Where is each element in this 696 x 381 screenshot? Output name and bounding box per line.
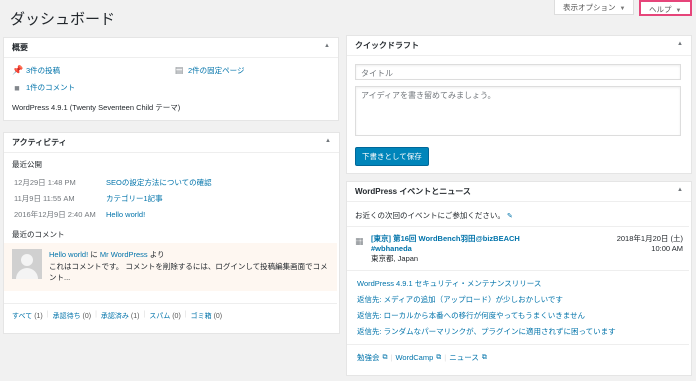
events-news-panel: WordPress イベントとニュース ▲ お近くの次回のイベントにご参加くださ… [346, 181, 692, 376]
activity-header[interactable]: アクティビティ ▲ [4, 133, 339, 153]
post-date: 11月9日 11:55 AM [14, 194, 75, 203]
external-link-icon: ⧉ [436, 353, 442, 361]
events-footer: 勉強会 ⧉ | WordCamp ⧉ | ニュース ⧉ [357, 352, 487, 363]
save-draft-button[interactable]: 下書きとして保存 [355, 147, 429, 166]
comment-author-link[interactable]: Mr WordPress [100, 250, 148, 259]
comment-on: に [90, 250, 98, 259]
post-date: 2016年12月9日 2:40 AM [14, 210, 96, 219]
comment-item: Hello world! に Mr WordPress より これはコメントです… [4, 243, 337, 291]
comment-filters: すべて (1) | 承認待ち (0) | 承認済み (1) | スパム (0) | ゴミ… [12, 311, 223, 321]
glance-pages[interactable]: ▤ 2件の固定ページ [174, 65, 245, 76]
quick-draft-header[interactable]: クイックドラフト ▲ [347, 36, 691, 56]
comment-text: これはコメントです。 コメントを削除するには、ログインして投稿編集画面でコメント… [49, 262, 328, 282]
event-location: 東京都, Japan [371, 254, 419, 263]
activity-title: アクティビティ [12, 138, 67, 147]
events-intro: お近くの次回のイベントにご参加ください。 ✎ [355, 211, 513, 220]
list-item: 12月29日 1:48 PM SEOの設定方法についての確認 [14, 177, 212, 188]
filter-approved[interactable]: 承認済み (1) [101, 311, 140, 321]
post-title-link[interactable]: SEOの設定方法についての確認 [106, 178, 212, 187]
event-name-link[interactable]: [東京] 第16回 WordBench羽田@bizBEACH [371, 234, 520, 244]
events-news-header[interactable]: WordPress イベントとニュース ▲ [347, 182, 691, 202]
filter-spam[interactable]: スパム (0) [149, 311, 181, 321]
external-link-icon: ⧉ [382, 353, 388, 361]
list-item: 2016年12月9日 2:40 AM Hello world! [14, 209, 145, 220]
filter-all[interactable]: すべて (1) [12, 311, 43, 321]
news-link[interactable]: 返信先: メディアの追加（アップロード）が少しおかしいです [357, 294, 563, 305]
comment-meta: Hello world! に Mr WordPress より [49, 249, 165, 260]
calendar-icon: ▦ [355, 236, 364, 246]
display-options-label: 表示オプション [563, 3, 616, 12]
event-time: 10:00 AM [651, 244, 683, 253]
help-button[interactable]: ヘルプ ▼ [639, 0, 692, 16]
collapse-toggle-icon[interactable]: ▲ [324, 43, 330, 49]
wp-version-text: WordPress 4.9.1 (Twenty Seventeen Child … [12, 103, 181, 112]
caret-down-icon: ▼ [675, 8, 682, 14]
draft-content-textarea[interactable]: アイディアを書き留めてみましょう。 [355, 86, 681, 136]
post-title-link[interactable]: カテゴリー1記事 [106, 194, 163, 203]
at-a-glance-panel: 概要 ▲ 📌 3件の投稿 ▤ 2件の固定ページ ■ 1件のコメント WordPr… [3, 37, 339, 121]
divider [4, 303, 337, 304]
glance-comments[interactable]: ■ 1件のコメント [12, 82, 75, 93]
list-item: 11月9日 11:55 AM カテゴリー1記事 [14, 193, 163, 204]
filter-trash[interactable]: ゴミ箱 (0) [191, 311, 223, 321]
at-a-glance-header[interactable]: 概要 ▲ [4, 38, 338, 58]
event-date: 2018年1月20日 (土) [616, 234, 683, 243]
avatar-head [21, 254, 33, 266]
collapse-toggle-icon[interactable]: ▲ [677, 41, 683, 47]
comment-post-link[interactable]: Hello world! [49, 250, 88, 259]
comment-from: より [149, 250, 165, 259]
collapse-toggle-icon[interactable]: ▲ [325, 138, 331, 144]
activity-panel: アクティビティ ▲ 最近公開 12月29日 1:48 PM SEOの設定方法につい… [3, 132, 340, 334]
page-title: ダッシュボード [10, 11, 116, 28]
meetups-link[interactable]: 勉強会 [357, 352, 380, 363]
news-link[interactable]: 返信先: ランダムなパーマリンクが、プラグインに適用されずに困っています [357, 326, 616, 337]
pin-icon: 📌 [12, 65, 24, 75]
edit-location-icon[interactable]: ✎ [507, 213, 513, 220]
posts-count-link[interactable]: 3件の投稿 [26, 65, 60, 76]
divider [347, 344, 689, 345]
quick-draft-title: クイックドラフト [355, 41, 419, 50]
recent-published-label: 最近公開 [12, 160, 42, 169]
help-label: ヘルプ [649, 5, 672, 14]
event-datetime: 2018年1月20日 (土) 10:00 AM [617, 234, 683, 254]
event-hashtag-link[interactable]: #wbhaneda [371, 244, 520, 254]
recent-comments-label: 最近のコメント [12, 230, 65, 239]
quick-draft-panel: クイックドラフト ▲ タイトル アイディアを書き留めてみましょう。 下書きとして… [346, 35, 692, 174]
divider [347, 270, 689, 271]
events-news-title: WordPress イベントとニュース [355, 187, 471, 196]
draft-title-input[interactable]: タイトル [355, 64, 681, 80]
post-title-link[interactable]: Hello world! [106, 210, 145, 219]
avatar-body [16, 268, 38, 279]
pages-icon: ▤ [174, 65, 184, 75]
event-item: [東京] 第16回 WordBench羽田@bizBEACH #wbhaneda… [371, 234, 520, 264]
post-date: 12月29日 1:48 PM [14, 178, 76, 187]
news-link[interactable]: 返信先: ローカルから本番への移行が何度やってもうまくいきません [357, 310, 585, 321]
external-link-icon: ⧉ [481, 353, 487, 361]
news-footer-link[interactable]: ニュース [449, 352, 479, 363]
filter-pending[interactable]: 承認待ち (0) [53, 311, 92, 321]
collapse-toggle-icon[interactable]: ▲ [677, 187, 683, 193]
divider [347, 226, 689, 227]
avatar [12, 249, 42, 279]
glance-posts[interactable]: 📌 3件の投稿 [12, 65, 60, 76]
wordcamp-link[interactable]: WordCamp [395, 353, 433, 362]
news-link[interactable]: WordPress 4.9.1 セキュリティ・メンテナンスリリース [357, 278, 541, 289]
comment-icon: ■ [14, 82, 20, 93]
at-a-glance-title: 概要 [12, 43, 28, 52]
display-options-button[interactable]: 表示オプション ▼ [554, 0, 635, 15]
pages-count-link[interactable]: 2件の固定ページ [188, 65, 245, 76]
comments-count-link[interactable]: 1件のコメント [26, 82, 75, 93]
caret-down-icon: ▼ [619, 6, 626, 12]
